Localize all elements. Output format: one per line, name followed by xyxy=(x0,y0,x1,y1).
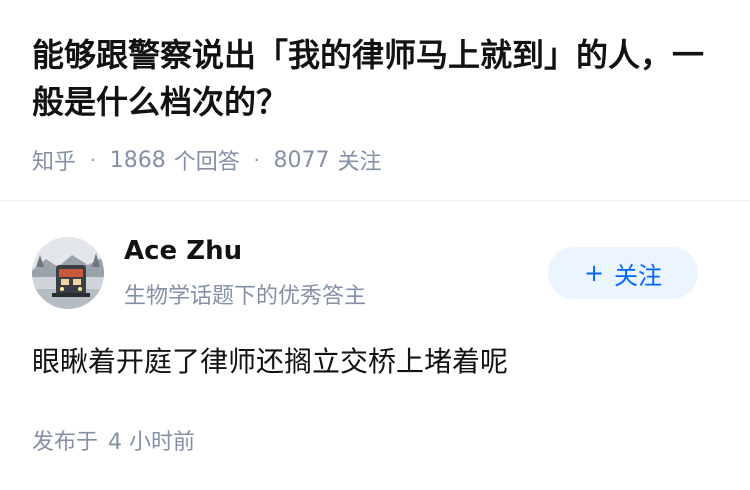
divider xyxy=(0,200,750,202)
follow-count-label: 关注 xyxy=(337,150,382,175)
follow-count: 8077 xyxy=(273,147,330,173)
separator-dot: · xyxy=(253,149,260,171)
separator-dot: · xyxy=(90,149,96,171)
train-photo-icon xyxy=(32,237,104,309)
publish-time-value: 4 小时前 xyxy=(108,430,196,455)
source-label[interactable]: 知乎 xyxy=(32,144,76,176)
answer-content[interactable]: 眼瞅着开庭了律师还搁立交桥上堵着呢 xyxy=(32,340,508,380)
answer-count: 1868 xyxy=(109,147,166,173)
follow-button[interactable]: + 关注 xyxy=(548,247,698,299)
publish-prefix: 发布于 xyxy=(32,430,99,455)
follow-button-label: 关注 xyxy=(614,261,663,290)
question-meta: 知乎 · 1868 个回答 · 8077 关注 xyxy=(32,144,382,176)
publish-time: 发布于 4 小时前 xyxy=(32,424,195,456)
avatar[interactable] xyxy=(32,237,104,309)
plus-icon: + xyxy=(583,259,605,287)
author-badge: 生物学话题下的优秀答主 xyxy=(124,284,367,309)
answer-count-label: 个回答 xyxy=(173,150,240,175)
question-title[interactable]: 能够跟警察说出「我的律师马上就到」的人，一般是什么档次的？ xyxy=(32,32,712,126)
author-name[interactable]: Ace Zhu xyxy=(124,236,242,266)
